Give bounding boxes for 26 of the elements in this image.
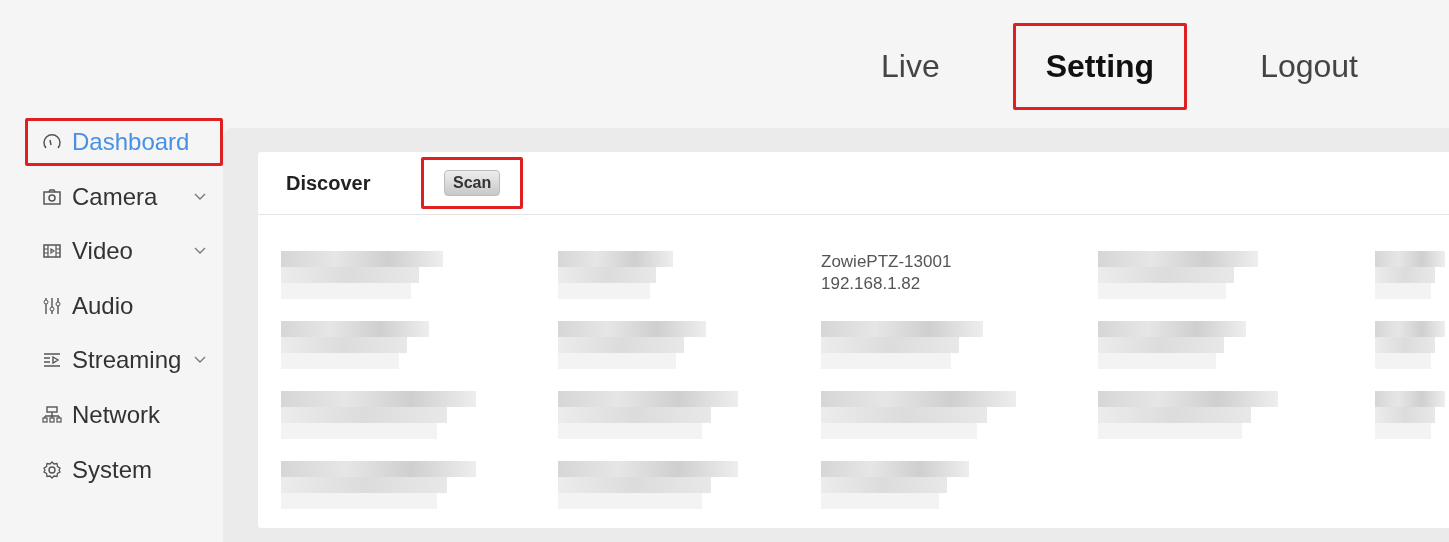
sidebar-label: Streaming [72,346,182,375]
sidebar-item[interactable]: Streaming [25,336,223,385]
nav-link[interactable]: Setting [1012,22,1188,110]
sliders-icon [42,295,62,316]
sidebar-item[interactable]: Audio [25,281,223,330]
sidebar-label: System [72,455,152,484]
gear-icon [42,459,62,480]
sidebar-item[interactable]: System [25,445,223,494]
camera-icon [42,186,62,207]
sidebar-label: Camera [72,182,158,211]
sidebar-label: Video [72,237,133,266]
nav-link[interactable]: Live [848,22,973,110]
device-entry[interactable]: ZowiePTZ-13001 192.168.1.82 [821,251,1098,295]
nav-link[interactable]: Logout [1227,22,1391,110]
sidebar-item[interactable]: Network [25,390,223,439]
network-icon [42,404,62,425]
blurred-text [1375,391,1445,439]
sidebar-label: Dashboard [72,128,190,156]
scan-button[interactable]: Scan [444,170,501,196]
blurred-text [1375,321,1445,369]
card-title: Discover [286,171,372,195]
sidebar-label: Audio [72,291,134,320]
sidebar-item[interactable]: Video [25,227,223,276]
blurred-text [1375,251,1445,299]
sidebar-item[interactable]: Camera [25,172,223,221]
sidebar-label: Network [72,400,161,429]
